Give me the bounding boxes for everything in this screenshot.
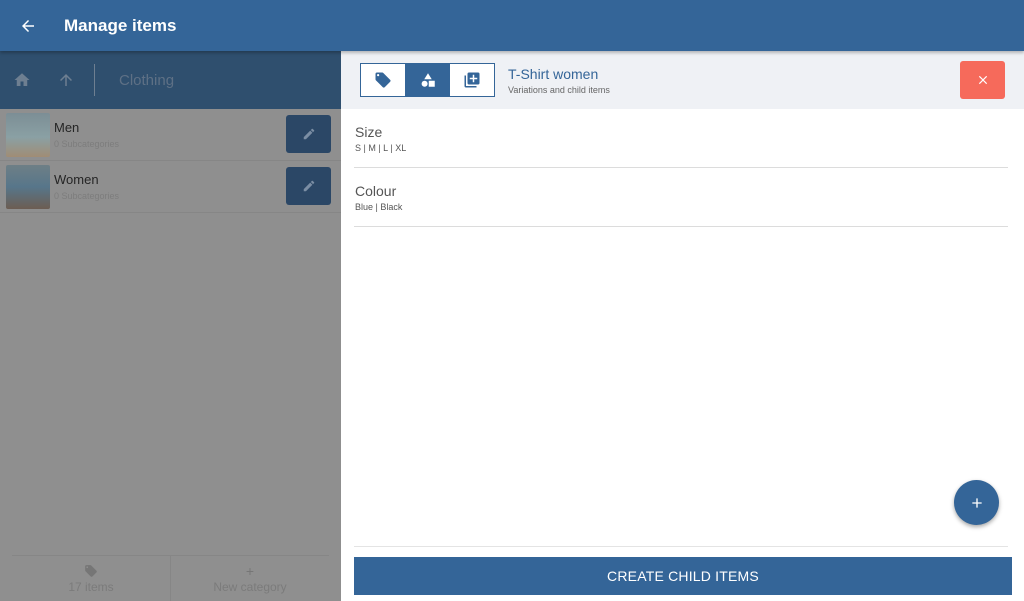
variation-values: S | M | L | XL [355,143,407,153]
tab-child-items[interactable] [449,64,494,96]
back-button[interactable] [0,0,56,51]
arrow-left-icon [22,19,34,32]
arrow-up-icon [60,74,72,86]
variation-values: Blue | Black [355,202,403,212]
page-title: Manage items [64,15,177,35]
category-subcount: 0 Subcategories [54,139,120,149]
variation-name: Colour [355,183,397,199]
tag-icon [375,72,391,88]
breadcrumb: Clothing [0,51,341,109]
detail-header: T-Shirt women Variations and child items [341,51,1024,109]
item-detail-panel: T-Shirt women Variations and child items… [341,51,1024,601]
tag-icon [84,564,98,580]
pencil-icon [303,180,314,192]
tab-variations[interactable] [404,64,450,96]
plus-icon [971,497,982,508]
category-thumbnail [6,112,50,157]
category-thumbnail [6,164,50,209]
item-subtitle: Variations and child items [508,85,610,95]
shapes-icon [421,73,435,87]
breadcrumb-current[interactable]: Clothing [119,72,174,89]
new-category-label: New category [213,579,287,594]
plus-icon: + [245,562,255,579]
app-bar: Manage items [0,0,1024,51]
category-subcount: 0 Subcategories [54,191,120,201]
category-name: Women [54,172,99,187]
edit-category-button[interactable] [286,167,331,205]
category-name: Men [54,120,80,135]
category-panel: Clothing Men 0 Subcategories Women 0 Sub… [0,51,341,601]
variation-name: Size [355,124,383,140]
add-variation-button[interactable] [954,480,999,525]
new-category-button[interactable]: + New category [170,556,329,601]
home-button[interactable] [0,51,44,109]
variation-row-colour[interactable]: Colour Blue | Black [354,168,1008,227]
up-button[interactable] [44,51,88,109]
item-title: T-Shirt women [508,66,599,82]
items-count-label: 17 items [68,579,114,594]
variation-row-size[interactable]: Size S | M | L | XL [354,109,1008,168]
breadcrumb-divider [94,64,95,96]
list-item[interactable]: Men 0 Subcategories [0,109,341,161]
items-count-button[interactable]: 17 items [12,556,170,601]
pencil-icon [303,128,314,140]
detail-tabs [360,63,495,97]
close-icon [978,75,987,85]
home-icon [14,73,30,86]
close-button[interactable] [960,61,1005,99]
divider [354,546,1008,547]
edit-category-button[interactable] [286,115,331,153]
list-item[interactable]: Women 0 Subcategories [0,161,341,213]
category-footer: 17 items + New category [12,555,329,601]
create-child-items-button[interactable]: CREATE CHILD ITEMS [354,557,1012,595]
tab-item-details[interactable] [361,64,405,96]
add-library-icon [464,72,480,88]
